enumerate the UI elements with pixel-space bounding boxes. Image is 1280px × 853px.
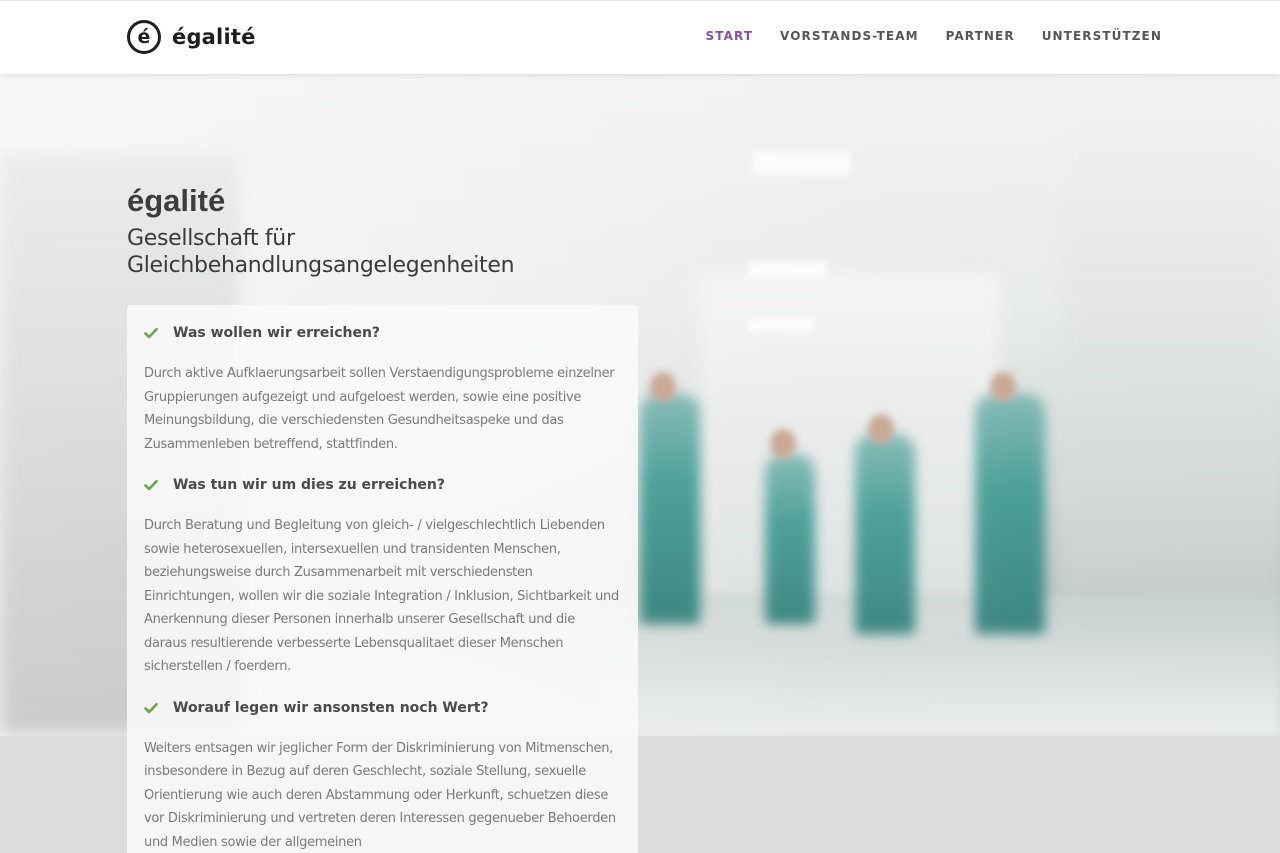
staff-figure — [975, 394, 1045, 634]
staff-head — [868, 414, 894, 444]
nav-item-vorstands-team[interactable]: VORSTANDS-TEAM — [780, 29, 919, 43]
staff-figure — [640, 394, 700, 624]
ceiling-light — [748, 262, 826, 278]
ceiling-light — [752, 152, 850, 174]
staff-head — [650, 372, 676, 402]
staff-head — [990, 372, 1016, 402]
staff-figure — [855, 434, 915, 634]
section-paragraph: Durch Beratung und Begleitung von gleich… — [144, 518, 619, 674]
mission-card: Was wollen wir erreichen? Durch aktive A… — [127, 305, 638, 853]
main-navigation: START VORSTANDS-TEAM PARTNER UNTERSTÜTZE… — [678, 29, 1162, 43]
section-paragraph: Durch aktive Aufklaerungsarbeit sollen V… — [144, 366, 615, 452]
corridor-floor — [600, 594, 1280, 736]
site-header: é égalité START VORSTANDS-TEAM PARTNER U… — [0, 0, 1280, 74]
section-heading-text: Worauf legen wir ansonsten noch Wert? — [173, 699, 489, 716]
staff-head — [770, 429, 796, 459]
check-icon — [144, 327, 158, 339]
section-paragraph: Weiters entsagen wir jeglicher Form der … — [144, 740, 616, 850]
hero-subtitle: Gesellschaft für Gleichbehandlungsangele… — [127, 226, 515, 278]
section-heading-text: Was wollen wir erreichen? — [173, 325, 381, 341]
ceiling-light — [748, 319, 814, 331]
nav-item-start[interactable]: START — [705, 29, 753, 43]
staff-figure — [765, 454, 815, 624]
corridor-depth — [700, 274, 1000, 634]
check-icon — [144, 702, 158, 713]
corridor-right-wall — [1060, 114, 1280, 654]
section-heading: Worauf legen wir ansonsten noch Wert? — [144, 697, 621, 719]
hero-title: égalité — [127, 183, 226, 218]
section-heading: Was tun wir um dies zu erreichen? — [144, 474, 621, 496]
nav-item-unterstuetzen[interactable]: UNTERSTÜTZEN — [1042, 29, 1162, 43]
site-logo[interactable]: é égalité — [127, 20, 256, 54]
logo-e-icon: é — [127, 20, 161, 54]
section-heading-text: Was tun wir um dies zu erreichen? — [173, 477, 445, 493]
check-icon — [144, 479, 158, 491]
section-heading: Was wollen wir erreichen? — [144, 322, 621, 344]
logo-wordmark: égalité — [172, 25, 256, 49]
nav-item-partner[interactable]: PARTNER — [946, 29, 1015, 43]
